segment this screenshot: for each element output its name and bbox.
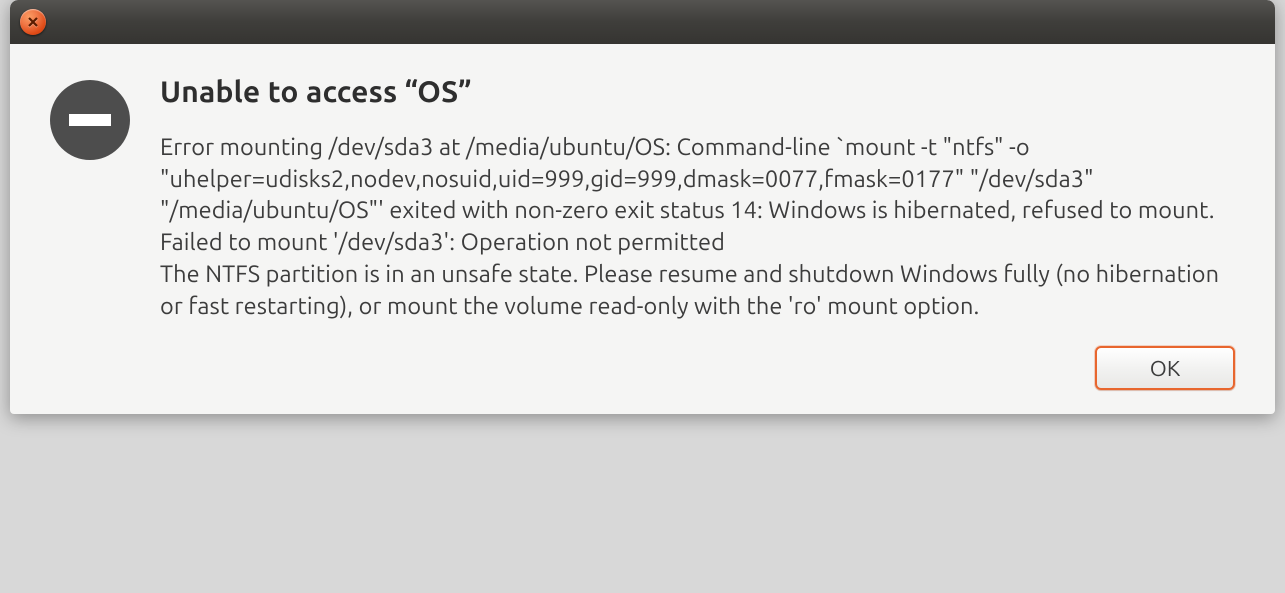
ok-button[interactable]: OK [1095,346,1235,390]
error-icon [50,80,130,160]
minus-icon [69,114,111,126]
dialog-body: Unable to access “OS” Error mounting /de… [10,44,1275,346]
dialog-message: Error mounting /dev/sda3 at /media/ubunt… [160,132,1235,322]
titlebar [10,0,1275,44]
close-button[interactable] [20,9,46,35]
error-dialog-window: Unable to access “OS” Error mounting /de… [10,0,1275,414]
close-icon [27,16,39,28]
dialog-title: Unable to access “OS” [160,74,1235,108]
dialog-button-row: OK [10,346,1275,414]
dialog-content: Unable to access “OS” Error mounting /de… [160,74,1235,322]
